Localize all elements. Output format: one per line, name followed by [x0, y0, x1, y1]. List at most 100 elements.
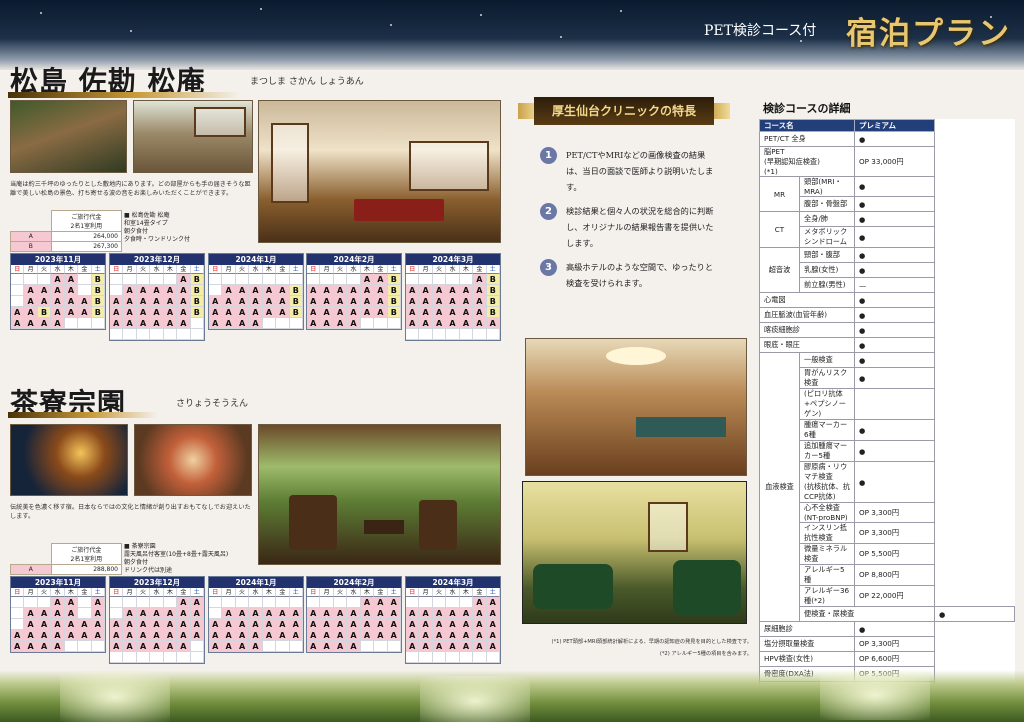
- rate-day-a: A: [360, 608, 375, 619]
- rate-day-a: A: [177, 641, 191, 652]
- unavailable-day: [262, 318, 277, 329]
- rate-day-a: A: [163, 608, 178, 619]
- rate-day-a: A: [387, 597, 401, 608]
- exam-item: PET/CT 全身: [759, 131, 855, 147]
- unavailable-day: [190, 318, 204, 329]
- rate-day-a: A: [347, 619, 361, 630]
- rate-day-b: B: [37, 307, 52, 318]
- rate-day-a: A: [432, 641, 447, 652]
- weekday-label: 月: [320, 265, 334, 274]
- unavailable-day: [91, 318, 105, 329]
- rate-day-a: A: [360, 630, 375, 641]
- rate-day-a: A: [163, 641, 178, 652]
- unavailable-day: [432, 274, 447, 285]
- rate-day-a: A: [249, 307, 263, 318]
- unavailable-day: [333, 597, 348, 608]
- unavailable-day: [11, 285, 25, 296]
- unavailable-day: [78, 285, 92, 296]
- rate-day-a: A: [11, 318, 25, 329]
- rate-day-a: A: [459, 630, 474, 641]
- unavailable-day: [289, 597, 303, 608]
- rate-day-a: A: [51, 597, 65, 608]
- rate-day-a: A: [123, 608, 137, 619]
- unavailable-day: [150, 329, 164, 340]
- exam-premium-value: ●: [854, 322, 935, 338]
- exam-row: 喀痰細胞診 ●: [759, 322, 1015, 338]
- rate-day-a: A: [37, 296, 52, 307]
- exam-premium-value: ●: [854, 262, 935, 278]
- exam-item: 心不全検査(NT-proBNP): [799, 502, 855, 523]
- unavailable-day: [446, 329, 460, 340]
- rate-day-a: A: [320, 641, 334, 652]
- weekday-label: 土: [190, 265, 204, 274]
- exam-premium-value: ●: [854, 196, 935, 212]
- hotel1-description: 当庵は約三千坪のゆったりとした敷地内にあります。どの部屋からも手の届きそうな距離…: [10, 181, 251, 197]
- rate-day-a: A: [177, 296, 191, 307]
- weekday-label: 土: [91, 265, 105, 274]
- exam-premium-value: ●: [854, 307, 935, 323]
- rate-day-a: A: [473, 318, 487, 329]
- exam-row: 塩分摂取量検査 OP 3,300円: [759, 636, 1015, 652]
- rate-day-a: A: [307, 619, 321, 630]
- exam-premium-value: ●: [854, 131, 935, 147]
- rate-day-a: A: [307, 318, 321, 329]
- rate-day-a: A: [419, 619, 433, 630]
- weekday-label: 金: [78, 588, 92, 597]
- exam-category: 血液検査: [759, 352, 800, 622]
- weekday-label: 土: [486, 588, 500, 597]
- weekday-label: 火: [333, 265, 348, 274]
- calendar-month-label: 2024年1月: [209, 254, 303, 265]
- exam-item: メタボリックシンドローム: [799, 226, 855, 248]
- rate-day-a: A: [24, 307, 38, 318]
- rate-day-a: A: [459, 318, 474, 329]
- rate-day-a: A: [406, 630, 420, 641]
- exam-premium-value: ●: [934, 606, 1015, 622]
- weekday-label: 月: [123, 265, 137, 274]
- rate-day-a: A: [419, 630, 433, 641]
- clinic-features-badge: 厚生仙台クリニックの特長: [534, 97, 714, 125]
- price-type-b: B: [10, 241, 52, 252]
- weekday-label: 金: [177, 588, 191, 597]
- rate-day-a: A: [446, 296, 460, 307]
- rate-day-a: A: [235, 307, 250, 318]
- unavailable-day: [262, 274, 277, 285]
- sofa-shape: [533, 564, 613, 609]
- rate-day-a: A: [136, 608, 151, 619]
- rate-day-a: A: [486, 597, 500, 608]
- month-calendar: 2023年12月日月火水木金土 A A A A A A A A A A A A A A A A A A A A A A A A A…: [109, 576, 205, 664]
- rate-day-a: A: [387, 608, 401, 619]
- exam-item: 頸部・腹部: [799, 247, 855, 263]
- price-value-a: 288,800: [50, 564, 123, 575]
- rate-day-a: A: [222, 296, 236, 307]
- light-patch: [420, 676, 530, 722]
- rate-day-a: A: [419, 307, 433, 318]
- unavailable-day: [459, 597, 474, 608]
- exam-course-title: 検診コースの詳細: [763, 102, 851, 115]
- exam-premium-value: ●: [854, 352, 935, 368]
- weekday-label: 木: [64, 265, 79, 274]
- room-info-line: ■ 松島佐勘 松庵: [124, 212, 170, 219]
- foliage-footer: [0, 670, 1024, 722]
- exam-premium-value: ●: [854, 247, 935, 263]
- unavailable-day: [136, 652, 151, 663]
- rate-day-a: A: [136, 307, 151, 318]
- rate-day-a: A: [347, 641, 361, 652]
- chair-shape: [419, 500, 457, 550]
- calendar-month-label: 2023年12月: [110, 254, 204, 265]
- rate-day-a: A: [249, 641, 263, 652]
- rate-day-a: A: [209, 307, 223, 318]
- rate-day-b: B: [91, 296, 105, 307]
- rate-day-a: A: [276, 296, 290, 307]
- rate-day-a: A: [110, 307, 124, 318]
- rate-day-a: A: [473, 608, 487, 619]
- rate-day-a: A: [406, 619, 420, 630]
- rate-day-a: A: [235, 608, 250, 619]
- rate-day-a: A: [289, 608, 303, 619]
- weekday-label: 金: [374, 588, 388, 597]
- unavailable-day: [387, 318, 401, 329]
- unavailable-day: [374, 318, 388, 329]
- rate-day-a: A: [222, 608, 236, 619]
- unavailable-day: [190, 652, 204, 663]
- rate-day-a: A: [486, 608, 500, 619]
- rate-day-a: A: [333, 285, 348, 296]
